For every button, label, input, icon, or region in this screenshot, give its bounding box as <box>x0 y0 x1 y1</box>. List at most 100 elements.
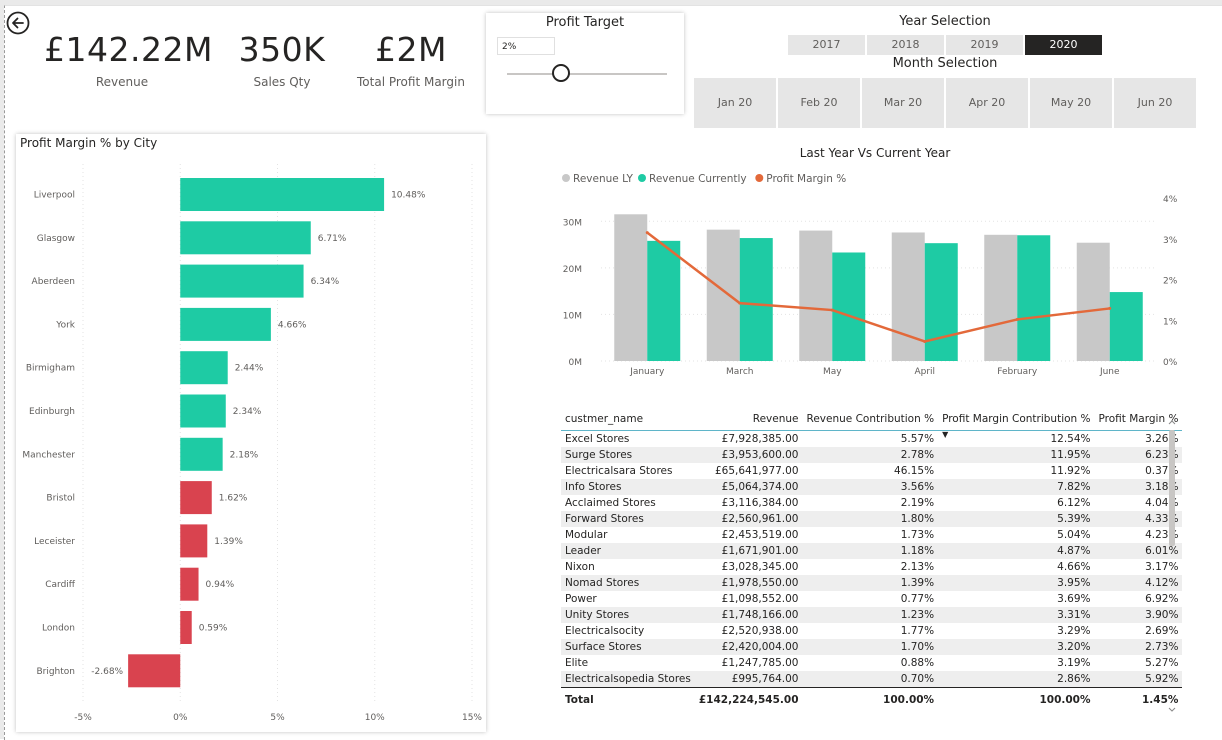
table-cell: £1,098,552.00 <box>721 593 799 605</box>
table-cell: £2,453,519.00 <box>721 529 799 541</box>
bar-revenue-ly[interactable] <box>799 230 833 361</box>
table-row[interactable]: Nomad Stores £1,978,550.00 1.39% 3.95% 4.12% <box>561 575 1183 591</box>
month-buttons: Jan 20 Feb 20 Mar 20 Apr 20 May 20 Jun 20 <box>694 78 1198 128</box>
legend-marker <box>638 174 646 182</box>
column-header[interactable]: Revenue Contribution % <box>802 408 939 431</box>
bar-revenue-ly[interactable] <box>614 214 648 361</box>
slider-thumb[interactable] <box>552 64 571 82</box>
profit-margin-point[interactable] <box>1108 306 1112 310</box>
table-cell: 1.39% <box>802 575 939 591</box>
data-label: 2.34% <box>233 407 262 417</box>
city-bar[interactable] <box>180 394 226 428</box>
year-button-2019[interactable]: 2019 <box>946 35 1023 55</box>
table-cell: 5.57% <box>900 433 935 445</box>
month-button[interactable]: Jan 20 <box>694 78 776 128</box>
bar-revenue-ly[interactable] <box>1076 242 1110 361</box>
table-cell: £1,247,785.00 <box>721 657 799 669</box>
profit-margin-point[interactable] <box>830 308 834 312</box>
table-row[interactable]: Elite £1,247,785.00 0.88% 3.19% 5.27% <box>561 655 1182 671</box>
city-bar[interactable] <box>180 351 228 385</box>
month-button[interactable]: Apr 20 <box>946 78 1028 128</box>
legend-label: Revenue LY <box>573 173 634 185</box>
table-row[interactable]: Acclaimed Stores £3,116,384.00 2.19% 6.12% 4… <box>561 495 1182 511</box>
table-row[interactable]: Surface Stores £2,420,004.00 1.70% 3.20% 2.7… <box>561 639 1183 655</box>
table-row[interactable]: Electricalsopedia Stores £995,764.00 0.70%… <box>561 671 1183 688</box>
table-scrollbar[interactable] <box>1168 420 1176 716</box>
customer-table: custmer_name Revenue Revenue Contribution … <box>561 408 1183 712</box>
table-row[interactable]: Surge Stores £3,953,600.00 2.78% 11.95% 6.23… <box>561 447 1183 463</box>
back-arrow-icon[interactable] <box>6 11 30 35</box>
bar-revenue-current[interactable] <box>647 240 681 361</box>
bar-revenue-current[interactable] <box>1017 235 1051 361</box>
year-button-2017[interactable]: 2017 <box>788 35 865 55</box>
table-cell: Electricalsopedia Stores <box>561 671 695 688</box>
city-bar[interactable] <box>128 654 181 688</box>
column-header[interactable]: Profit Margin Contribution % ▼ <box>938 408 1095 439</box>
profit-target-slicer: Profit Target 2% <box>486 13 684 114</box>
column-header[interactable]: custmer_name <box>561 408 695 431</box>
month-button[interactable]: Jun 20 <box>1114 78 1196 128</box>
x-tick-label: 0% <box>173 713 188 723</box>
table-row[interactable]: Power £1,098,552.00 0.77% 3.69% 6.92% <box>561 591 1182 607</box>
category-label: Birmigham <box>26 364 75 374</box>
profit-margin-point[interactable] <box>1015 317 1019 321</box>
profit-target-input[interactable]: 2% <box>497 37 555 55</box>
slider-track[interactable] <box>507 73 667 75</box>
city-bar[interactable] <box>180 567 199 601</box>
month-button[interactable]: May 20 <box>1030 78 1112 128</box>
city-bar[interactable] <box>180 264 304 298</box>
city-bar[interactable] <box>180 437 223 471</box>
city-bar[interactable] <box>180 481 212 515</box>
profit-margin-point[interactable] <box>645 231 649 235</box>
table-row[interactable]: Electricalsocity £2,520,938.00 1.77% 3.29% 2… <box>561 623 1182 639</box>
table-cell: 2.13% <box>900 561 935 573</box>
y2-tick-label: 1% <box>1163 317 1178 327</box>
bar-revenue-ly[interactable] <box>891 232 925 361</box>
table-cell: 46.15% <box>894 465 935 477</box>
table-row[interactable]: Nixon £3,028,345.00 2.13% 4.66% 3.17% <box>561 559 1182 575</box>
table-cell: 0.88% <box>900 657 935 669</box>
table-cell: 2.86% <box>938 671 1095 688</box>
city-bar[interactable] <box>180 611 192 644</box>
table-cell: 3.29% <box>1057 625 1091 637</box>
table-row[interactable]: Leader £1,671,901.00 1.18% 4.87% 6.01% <box>561 543 1183 559</box>
bar-revenue-current[interactable] <box>924 243 958 361</box>
month-button[interactable]: Feb 20 <box>778 78 860 128</box>
table-cell: 4.87% <box>938 543 1095 559</box>
profit-margin-point[interactable] <box>923 339 927 343</box>
bar-revenue-ly[interactable] <box>706 229 740 361</box>
city-bar[interactable] <box>180 307 271 341</box>
table-cell: £3,953,600.00 <box>694 447 803 463</box>
bar-revenue-current[interactable] <box>739 238 773 361</box>
city-bar[interactable] <box>180 524 208 558</box>
table-cell: £2,420,004.00 <box>694 639 803 655</box>
year-button-2020[interactable]: 2020 <box>1025 35 1102 55</box>
table-cell: 1.73% <box>900 529 935 541</box>
city-bar-chart: -5% 0% 5% 10% 15% Liverpool 10.48% Glasgow 6.71%… <box>22 164 482 723</box>
x-tick-label: 5% <box>270 713 285 723</box>
data-label: 1.62% <box>219 494 248 504</box>
city-bar[interactable] <box>180 178 385 211</box>
table-row[interactable]: Unity Stores £1,748,166.00 1.23% 3.31% 3.90% <box>561 607 1183 623</box>
slicer-title: Profit Target <box>545 15 625 30</box>
table-cell: 4.66% <box>1057 561 1091 573</box>
table-row[interactable]: Info Stores £5,064,374.00 3.56% 7.82% 3.18% <box>561 479 1183 495</box>
category-label: Bristol <box>46 494 75 504</box>
year-button-2018[interactable]: 2018 <box>867 35 944 55</box>
table-row[interactable]: Forward Stores £2,560,961.00 1.80% 5.39% 4.3… <box>561 511 1183 527</box>
y-tick-label: 0M <box>569 358 583 368</box>
bar-revenue-current[interactable] <box>1109 292 1143 361</box>
month-button[interactable]: Mar 20 <box>862 78 944 128</box>
table-row[interactable]: Electricalsara Stores £65,641,977.00 46.15… <box>561 463 1182 479</box>
table-cell: £1,748,166.00 <box>694 607 803 623</box>
legend-marker <box>562 174 570 182</box>
table-row[interactable]: Excel Stores £7,928,385.00 5.57% 12.54% 3.26… <box>561 431 1182 448</box>
bar-revenue-current[interactable] <box>832 252 866 361</box>
bar-revenue-ly[interactable] <box>984 234 1018 361</box>
table-row[interactable]: Modular £2,453,519.00 1.73% 5.04% 4.23% <box>561 527 1182 543</box>
column-header[interactable]: Revenue <box>694 408 803 431</box>
city-bar[interactable] <box>180 221 311 255</box>
profit-margin-point[interactable] <box>738 301 742 305</box>
table-cell: £7,928,385.00 <box>721 433 799 445</box>
sort-descending-icon[interactable]: ▼ <box>942 430 948 439</box>
